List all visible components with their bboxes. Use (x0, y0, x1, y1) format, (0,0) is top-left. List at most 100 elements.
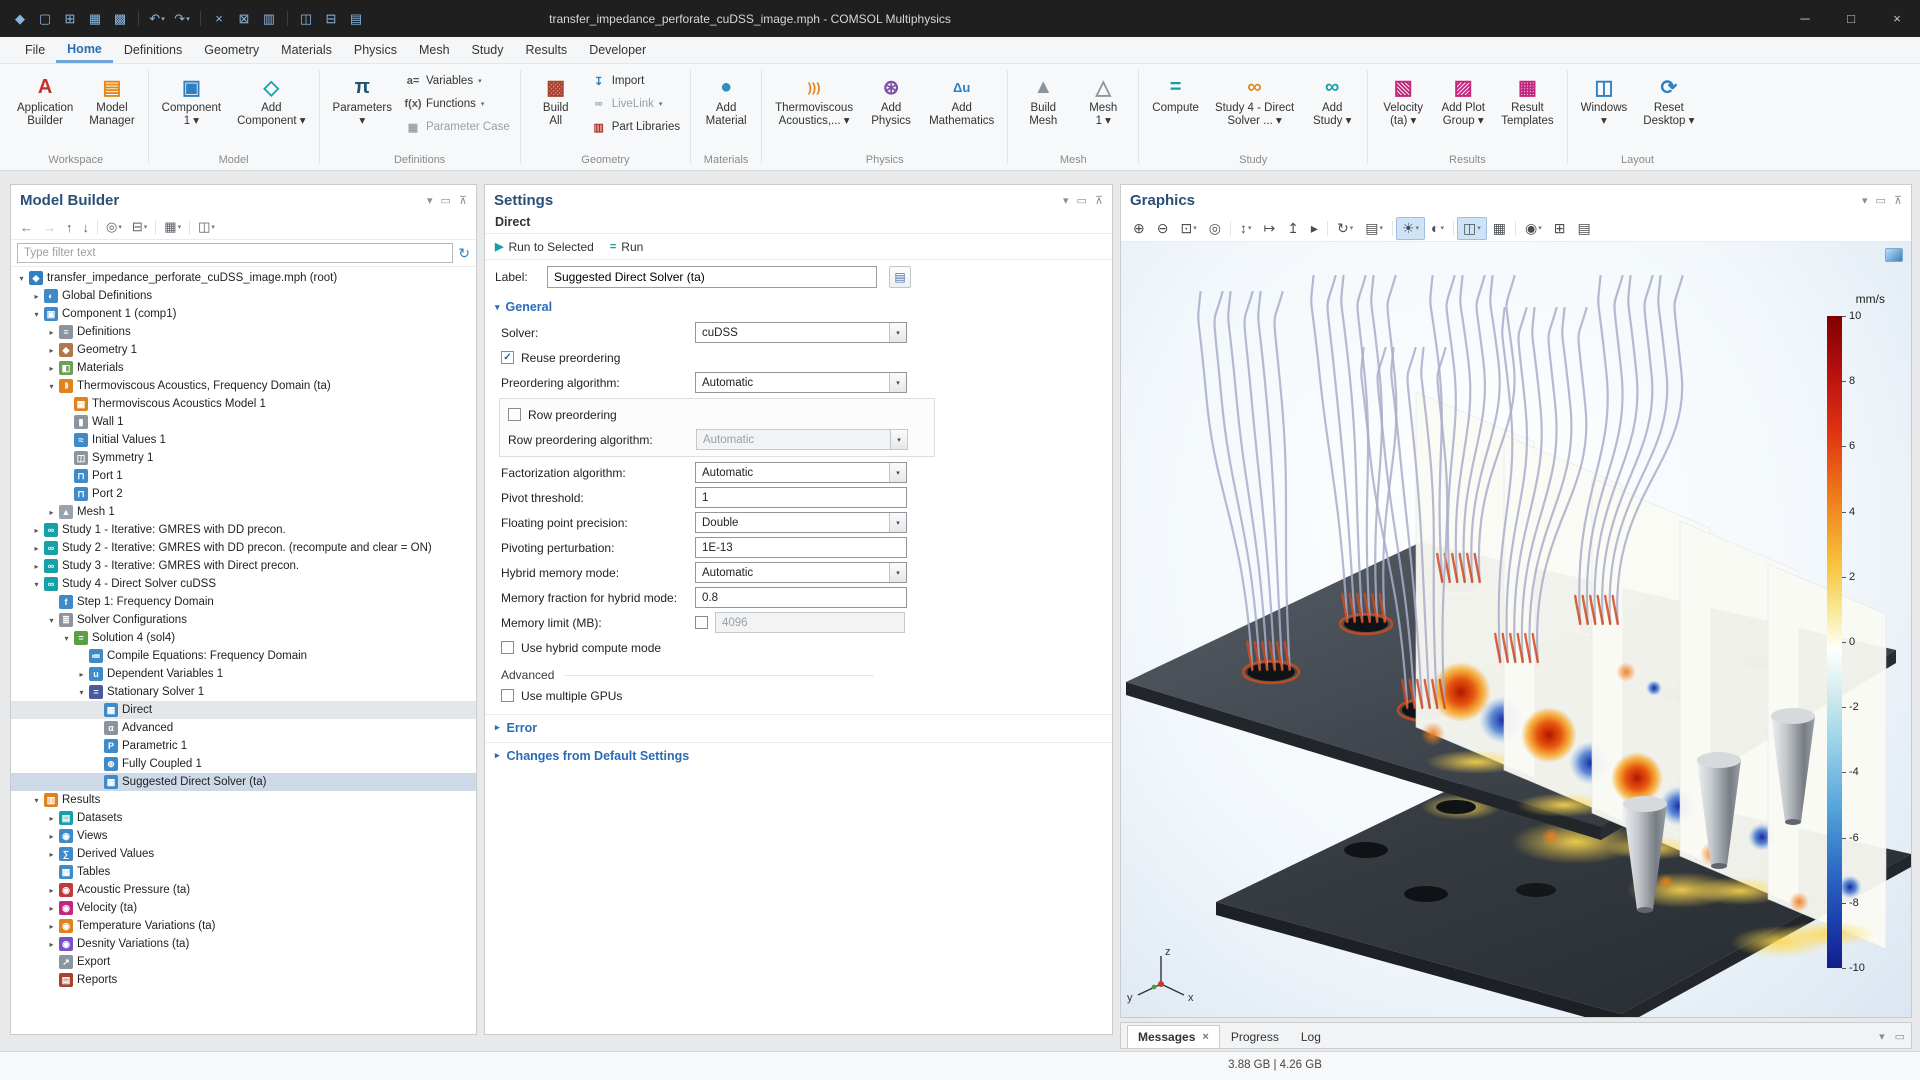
go-back-icon[interactable]: ← (15, 220, 38, 235)
expand-arrow-icon[interactable]: ▸ (45, 940, 58, 949)
graphics-viewport[interactable]: z x y mm/s 1086420-2-4-6-8-10 (1121, 242, 1911, 1017)
plot-settings-icon[interactable]: ▤▾ (1359, 217, 1389, 240)
select-hybrid-memory-mode[interactable]: Automatic▾ (695, 562, 907, 583)
collapse-arrow-icon[interactable]: ▾ (15, 274, 28, 283)
tab-messages[interactable]: Messages× (1127, 1025, 1220, 1048)
select-floating-point-precision[interactable]: Double▾ (695, 512, 907, 533)
expand-arrow-icon[interactable]: ▸ (45, 904, 58, 913)
paste-icon[interactable]: ▥ (257, 7, 281, 31)
tree-item-acoustic-pressure-ta[interactable]: ▸◉Acoustic Pressure (ta) (11, 881, 476, 899)
expand-arrow-icon[interactable]: ▸ (30, 292, 43, 301)
tab-progress[interactable]: Progress (1220, 1025, 1290, 1048)
tree-item-materials[interactable]: ▸◧Materials (11, 359, 476, 377)
input-memory-limit-mb[interactable] (715, 612, 905, 633)
select-factorization-algorithm[interactable]: Automatic▾ (695, 462, 907, 483)
save-as-icon[interactable]: ▩ (108, 7, 132, 31)
tree-item-global-definitions[interactable]: ▸◐Global Definitions (11, 287, 476, 305)
run-to-selected-button[interactable]: ▶ Run to Selected (495, 240, 594, 254)
checkbox-use-hybrid-compute-mode[interactable] (501, 641, 514, 654)
view-along-y-icon[interactable]: ↥ (1281, 217, 1305, 240)
copy-icon[interactable]: ⊠ (232, 7, 256, 31)
tree-item-views[interactable]: ▸◉Views (11, 827, 476, 845)
ribbon-item-build-all[interactable]: ▩BuildAll (527, 69, 585, 131)
zoom-extents-icon[interactable]: ⊡▾ (1174, 217, 1202, 240)
collapse-arrow-icon[interactable]: ▾ (45, 382, 58, 391)
collapse-all-icon[interactable]: ⊟▾ (127, 219, 152, 235)
redo-icon[interactable]: ↷▾ (170, 7, 194, 31)
ribbon-item-import[interactable]: ↧Import (591, 71, 680, 91)
menu-tab-home[interactable]: Home (56, 37, 113, 63)
ribbon-item-parameter-case[interactable]: ▦Parameter Case (405, 117, 510, 137)
menu-tab-geometry[interactable]: Geometry (193, 37, 270, 63)
tree-item-fully-coupled-1[interactable]: ⊕Fully Coupled 1 (11, 755, 476, 773)
expand-arrow-icon[interactable]: ▸ (45, 886, 58, 895)
tree-item-initial-values-1[interactable]: ≈Initial Values 1 (11, 431, 476, 449)
tree-item-reports[interactable]: ▤Reports (11, 971, 476, 989)
ribbon-item-study-4-direct-solver[interactable]: ∞Study 4 - DirectSolver ... ▾ (1208, 69, 1301, 131)
filter-input[interactable] (17, 243, 453, 263)
collapse-arrow-icon[interactable]: ▾ (30, 310, 43, 319)
ribbon-item-component-1[interactable]: ▣Component1 ▾ (155, 69, 228, 131)
move-up-icon[interactable]: ↑ (61, 220, 78, 235)
maximize-button[interactable]: □ (1828, 0, 1874, 37)
minimize-button[interactable]: ─ (1782, 0, 1828, 37)
window-layout-2-icon[interactable]: ⊟ (319, 7, 343, 31)
tab-log[interactable]: Log (1290, 1025, 1332, 1048)
tree-item-parametric-1[interactable]: PParametric 1 (11, 737, 476, 755)
tree-item-solution-4-sol4[interactable]: ▾=Solution 4 (sol4) (11, 629, 476, 647)
ribbon-item-add-plot-group[interactable]: ▨Add PlotGroup ▾ (1434, 69, 1492, 131)
general-section-header[interactable]: ▾ General (485, 294, 1112, 320)
tree-item-datasets[interactable]: ▸▤Datasets (11, 809, 476, 827)
tree-item-velocity-ta[interactable]: ▸◉Velocity (ta) (11, 899, 476, 917)
ribbon-item-add-mathematics[interactable]: ΔuAddMathematics (922, 69, 1001, 131)
tree-item-stationary-solver-1[interactable]: ▾=Stationary Solver 1 (11, 683, 476, 701)
ribbon-item-application-builder[interactable]: AApplicationBuilder (10, 69, 80, 131)
tree-item-direct[interactable]: ▦Direct (11, 701, 476, 719)
ribbon-item-reset-desktop[interactable]: ⟳ResetDesktop ▾ (1636, 69, 1701, 131)
panel-float-icon[interactable]: ▭ (441, 194, 451, 207)
tree-item-port-1[interactable]: ⊓Port 1 (11, 467, 476, 485)
section-changes-from-default-settings[interactable]: ▸Changes from Default Settings (485, 742, 1112, 768)
zoom-in-icon[interactable]: ⊕ (1127, 217, 1151, 240)
panel-pin-icon[interactable]: ⊼ (1095, 194, 1103, 207)
checkbox-reuse-preordering[interactable]: ✓ (501, 351, 514, 364)
collapse-arrow-icon[interactable]: ▾ (30, 580, 43, 589)
open-file-icon[interactable]: ⊞ (58, 7, 82, 31)
view-along-x-icon[interactable]: ↦ (1257, 217, 1281, 240)
select-row-preordering-algorithm[interactable]: Automatic▾ (696, 429, 908, 450)
menu-tab-mesh[interactable]: Mesh (408, 37, 461, 63)
orientation-icon[interactable]: ↕▾ (1234, 217, 1258, 239)
ribbon-item-model-manager[interactable]: ▤ModelManager (82, 69, 141, 131)
menu-tab-results[interactable]: Results (515, 37, 579, 63)
panel-pin-icon[interactable]: ⊼ (1894, 194, 1902, 207)
window-layout-1-icon[interactable]: ◫ (294, 7, 318, 31)
ribbon-item-thermoviscous-acoustics[interactable]: )))ThermoviscousAcoustics,... ▾ (768, 69, 860, 131)
update-plot-icon[interactable]: ↻▾ (1331, 217, 1359, 240)
select-mode-icon[interactable]: ◫▾ (1457, 217, 1487, 240)
tree-item-mesh-1[interactable]: ▸▲Mesh 1 (11, 503, 476, 521)
collapse-arrow-icon[interactable]: ▾ (30, 796, 43, 805)
checkbox-use-multiple-gpus[interactable] (501, 689, 514, 702)
comsol-logo-icon[interactable]: ◆ (8, 7, 32, 31)
tree-item-dependent-variables-1[interactable]: ▸uDependent Variables 1 (11, 665, 476, 683)
expand-arrow-icon[interactable]: ▸ (45, 346, 58, 355)
tree-item-desnity-variations-ta[interactable]: ▸◉Desnity Variations (ta) (11, 935, 476, 953)
collapse-arrow-icon[interactable]: ▾ (60, 634, 73, 643)
panel-float-icon[interactable]: ▭ (1077, 194, 1087, 207)
dock-menu-icon[interactable]: ▾ (1879, 1030, 1885, 1043)
run-button[interactable]: = Run (610, 240, 643, 254)
expand-arrow-icon[interactable]: ▸ (45, 922, 58, 931)
ribbon-item-build-mesh[interactable]: ▲BuildMesh (1014, 69, 1072, 131)
expand-arrow-icon[interactable]: ▸ (30, 526, 43, 535)
tree-item-temperature-variations-ta[interactable]: ▸◉Temperature Variations (ta) (11, 917, 476, 935)
panel-float-icon[interactable]: ▭ (1876, 194, 1886, 207)
checkbox-row-preordering[interactable] (508, 408, 521, 421)
checkbox-memory-limit-mb[interactable] (695, 616, 708, 629)
panel-pin-icon[interactable]: ⊼ (459, 194, 467, 207)
ribbon-item-add-component[interactable]: ◇AddComponent ▾ (230, 69, 312, 131)
menu-tab-file[interactable]: File (14, 37, 56, 63)
label-input[interactable] (547, 266, 877, 288)
tree-item-wall-1[interactable]: ▮Wall 1 (11, 413, 476, 431)
rename-icon[interactable]: ▤ (889, 266, 911, 288)
expand-arrow-icon[interactable]: ▸ (45, 814, 58, 823)
